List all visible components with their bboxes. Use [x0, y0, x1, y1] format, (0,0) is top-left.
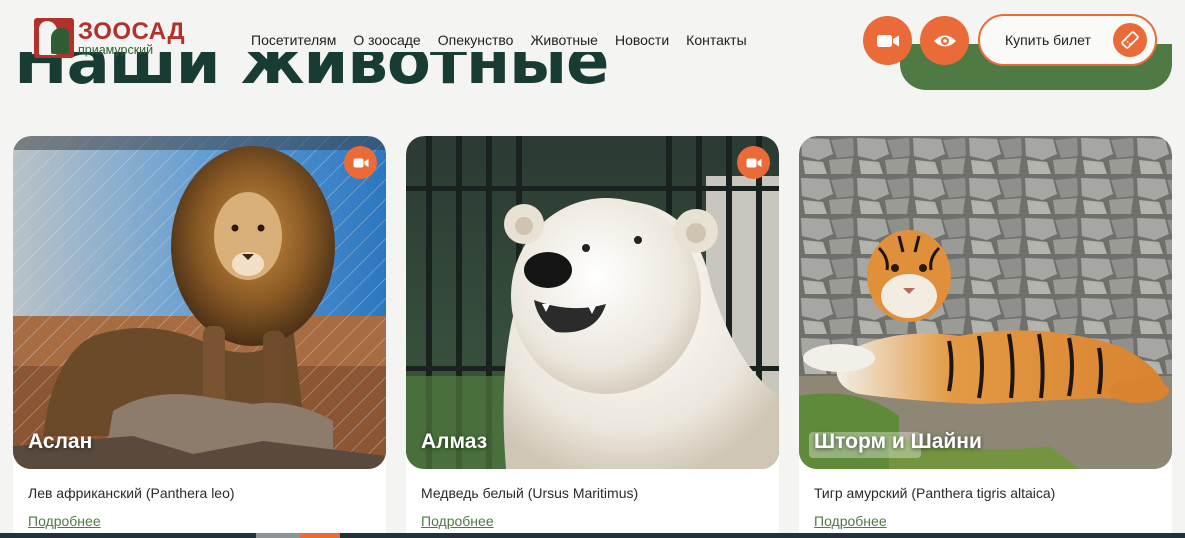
- animal-photo-lion[interactable]: [13, 136, 386, 469]
- logo-subtitle: приамурский: [78, 42, 154, 57]
- animal-details-link[interactable]: Подробнее: [814, 513, 887, 529]
- animal-species: Тигр амурский (Panthera tigris altaica): [814, 485, 1056, 501]
- animal-details-link[interactable]: Подробнее: [28, 513, 101, 529]
- animal-card[interactable]: Аслан Лев африканский (Panthera leo) Под…: [13, 136, 386, 538]
- animal-card[interactable]: Шторм и Шайни Тигр амурский (Panthera ti…: [799, 136, 1172, 538]
- nav-item-animals[interactable]: Животные: [530, 32, 598, 48]
- webcam-badge[interactable]: [737, 146, 770, 179]
- logo-title: ЗООСАД: [78, 17, 186, 45]
- animal-species: Лев африканский (Panthera leo): [28, 485, 235, 501]
- bottom-scroll-bar: [0, 533, 1185, 538]
- animal-details-link[interactable]: Подробнее: [421, 513, 494, 529]
- accessibility-button[interactable]: [920, 16, 969, 65]
- buy-ticket-label: Купить билет: [1005, 32, 1091, 48]
- nav-item-news[interactable]: Новости: [615, 32, 669, 48]
- site-header: ЗООСАД приамурский Посетителям О зоосаде…: [0, 0, 1185, 82]
- animal-card[interactable]: Алмаз Медведь белый (Ursus Maritimus) По…: [406, 136, 779, 538]
- video-camera-icon: [353, 158, 368, 167]
- logo-mark-icon: [34, 18, 74, 58]
- buy-ticket-button[interactable]: Купить билет: [978, 14, 1157, 66]
- webcam-button[interactable]: [863, 16, 912, 65]
- eye-icon: [933, 35, 956, 46]
- ticket-icon: [1113, 23, 1147, 57]
- animal-name: Шторм и Шайни: [814, 430, 982, 453]
- webcam-badge[interactable]: [344, 146, 377, 179]
- animal-photo-amur-tiger[interactable]: [799, 136, 1172, 469]
- animal-species: Медведь белый (Ursus Maritimus): [421, 485, 639, 501]
- video-camera-icon: [876, 34, 899, 47]
- animal-name: Алмаз: [421, 430, 488, 453]
- main-nav: Посетителям О зоосаде Опекунство Животны…: [251, 32, 747, 48]
- nav-item-visitors[interactable]: Посетителям: [251, 32, 336, 48]
- video-camera-icon: [746, 158, 761, 167]
- animal-photo-polar-bear[interactable]: [406, 136, 779, 469]
- logo[interactable]: ЗООСАД приамурский: [34, 18, 185, 58]
- nav-item-guardianship[interactable]: Опекунство: [438, 32, 514, 48]
- nav-item-contacts[interactable]: Контакты: [686, 32, 746, 48]
- nav-item-about[interactable]: О зоосаде: [353, 32, 420, 48]
- animal-name: Аслан: [28, 430, 93, 453]
